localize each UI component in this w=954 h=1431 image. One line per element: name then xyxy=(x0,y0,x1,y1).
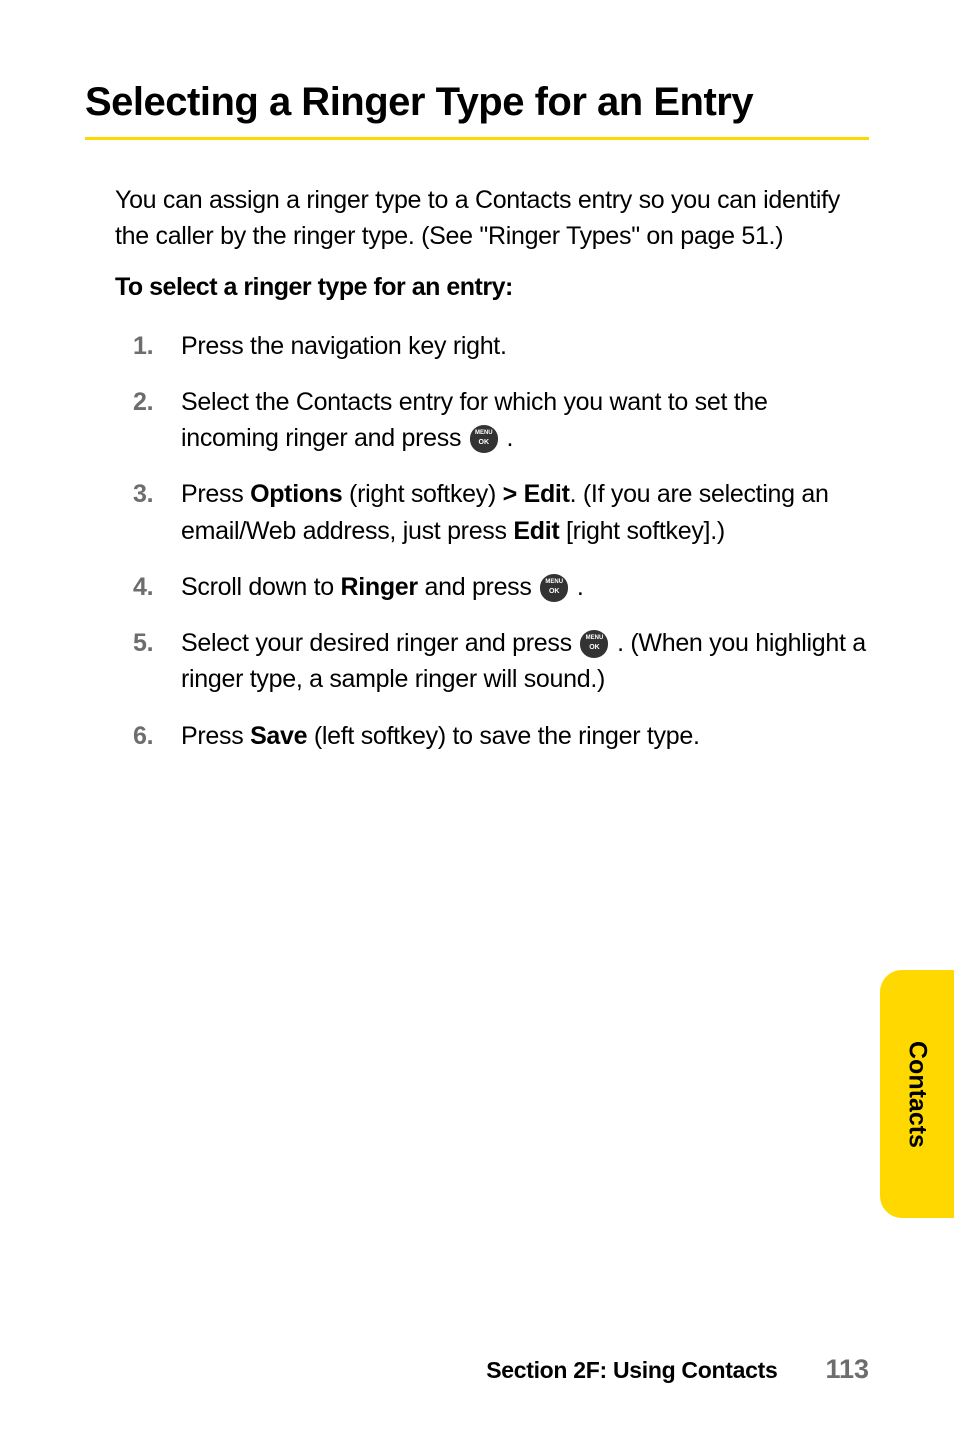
text-fragment: Press xyxy=(181,722,250,750)
text-fragment: Scroll down to xyxy=(181,573,340,601)
text-fragment: [right softkey].) xyxy=(559,517,725,545)
text-fragment: and press xyxy=(418,573,538,601)
step-1: 1. Press the navigation key right. xyxy=(133,328,869,364)
step-6: 6. Press Save (left softkey) to save the… xyxy=(133,718,869,754)
intro-paragraph: You can assign a ringer type to a Contac… xyxy=(115,182,869,255)
step-number: 3. xyxy=(133,476,181,549)
menu-ok-icon xyxy=(470,425,498,453)
step-text: Select the Contacts entry for which you … xyxy=(181,384,869,457)
step-number: 1. xyxy=(133,328,181,364)
footer-page-number: 113 xyxy=(825,1354,869,1385)
section-tab: Contacts xyxy=(880,970,954,1218)
edit-label: > Edit xyxy=(503,480,570,508)
options-label: Options xyxy=(250,480,342,508)
page-footer: Section 2F: Using Contacts 113 xyxy=(486,1354,869,1385)
step-text: Press Options (right softkey) > Edit. (I… xyxy=(181,476,869,549)
step-3: 3. Press Options (right softkey) > Edit.… xyxy=(133,476,869,549)
text-fragment: Press xyxy=(181,480,250,508)
footer-section-label: Section 2F: Using Contacts xyxy=(486,1357,777,1384)
title-underline xyxy=(85,137,869,140)
step-text: Press the navigation key right. xyxy=(181,328,869,364)
text-fragment: . xyxy=(500,424,513,452)
step-text: Press Save (left softkey) to save the ri… xyxy=(181,718,869,754)
step-2: 2. Select the Contacts entry for which y… xyxy=(133,384,869,457)
step-number: 4. xyxy=(133,569,181,605)
step-list: 1. Press the navigation key right. 2. Se… xyxy=(133,328,869,754)
step-5: 5. Select your desired ringer and press … xyxy=(133,625,869,698)
text-fragment: . xyxy=(570,573,583,601)
text-fragment: (right softkey) xyxy=(342,480,502,508)
save-label: Save xyxy=(250,722,307,750)
step-text: Scroll down to Ringer and press . xyxy=(181,569,869,605)
section-tab-label: Contacts xyxy=(903,1041,932,1148)
text-fragment: Select your desired ringer and press xyxy=(181,629,578,657)
step-number: 6. xyxy=(133,718,181,754)
step-text: Select your desired ringer and press . (… xyxy=(181,625,869,698)
step-4: 4. Scroll down to Ringer and press . xyxy=(133,569,869,605)
page-title: Selecting a Ringer Type for an Entry xyxy=(85,80,869,125)
ringer-label: Ringer xyxy=(340,573,417,601)
procedure-heading: To select a ringer type for an entry: xyxy=(115,273,869,302)
step-number: 5. xyxy=(133,625,181,698)
menu-ok-icon xyxy=(580,630,608,658)
step-number: 2. xyxy=(133,384,181,457)
menu-ok-icon xyxy=(540,574,568,602)
text-fragment: (left softkey) to save the ringer type. xyxy=(307,722,699,750)
edit-label-2: Edit xyxy=(513,517,559,545)
